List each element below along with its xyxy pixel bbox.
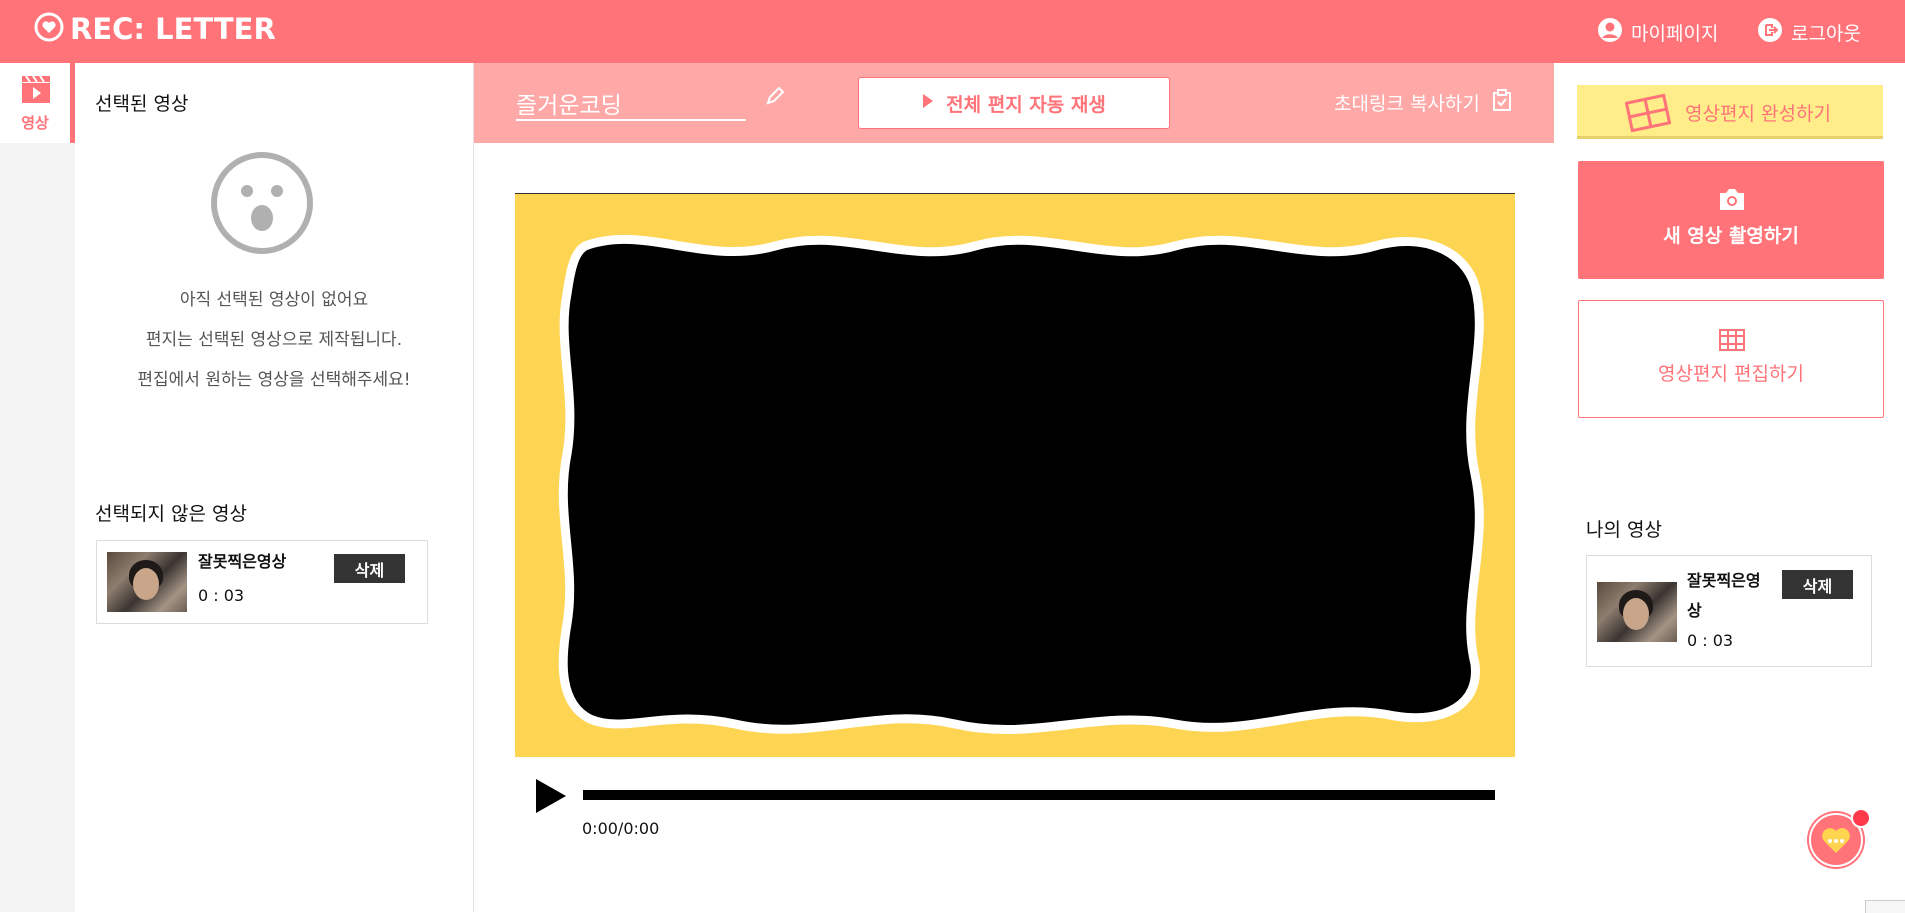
play-all-label: 전체 편지 자동 재생 [946, 93, 1106, 116]
complete-letter-button[interactable]: 영상편지 완성하기 [1577, 85, 1883, 139]
video-name: 잘못찍은영상 [198, 552, 287, 571]
corner-widget [1865, 900, 1905, 913]
mypage-link[interactable]: 마이페이지 [1597, 17, 1718, 48]
selected-videos-panel: 선택된 영상 아직 선택된 영상이 없어요 편지는 선택된 영상으로 제작됩니다… [75, 63, 474, 912]
my-videos-title: 나의 영상 [1586, 519, 1662, 541]
my-video-card[interactable]: 잘못찍은영상 0 : 03 삭제 [1586, 555, 1872, 667]
video-player[interactable] [515, 193, 1515, 757]
video-thumbnail [107, 552, 187, 612]
logout-icon [1757, 17, 1783, 48]
letter-title-input[interactable] [516, 86, 746, 121]
player-controls: 0:00/0:00 [515, 770, 1515, 850]
unselected-title: 선택되지 않은 영상 [95, 503, 247, 525]
copy-invite-link[interactable]: 초대링크 복사하기 [1334, 89, 1512, 116]
logo-text: REC: LETTER [70, 12, 276, 46]
my-video-thumbnail [1597, 582, 1677, 642]
camera-icon [1717, 186, 1747, 217]
progress-bar[interactable] [583, 790, 1495, 800]
video-card[interactable]: 잘못찍은영상 0 : 03 삭제 [96, 540, 428, 624]
my-video-delete-button[interactable]: 삭제 [1782, 570, 1853, 599]
play-all-button[interactable]: 전체 편지 자동 재생 [858, 77, 1170, 129]
user-icon [1597, 17, 1623, 48]
edit-letter-button[interactable]: 영상편지 편집하기 [1578, 300, 1884, 418]
letter-toolbar: 전체 편지 자동 재생 초대링크 복사하기 [474, 63, 1554, 143]
selected-title: 선택된 영상 [95, 93, 189, 115]
clipboard-icon [1492, 89, 1512, 116]
logo[interactable]: REC: LETTER [34, 12, 276, 46]
film-grid-icon [1718, 328, 1746, 357]
logout-link[interactable]: 로그아웃 [1757, 17, 1861, 48]
delete-button[interactable]: 삭제 [334, 554, 405, 583]
clapperboard-icon [20, 73, 52, 109]
chat-heart-icon[interactable] [1805, 807, 1871, 877]
empty-message-line-2: 편지는 선택된 영상으로 제작됩니다. [145, 330, 403, 350]
pencil-icon[interactable] [764, 85, 786, 111]
heart-circle-icon [34, 12, 64, 46]
record-new-video-label: 새 영상 촬영하기 [1663, 225, 1799, 247]
play-triangle-icon [922, 92, 934, 114]
rail-video-label: 영상 [21, 114, 49, 132]
empty-message-line-3: 편집에서 원하는 영상을 선택해주세요! [137, 370, 411, 390]
play-icon[interactable] [534, 777, 568, 819]
side-rail: 영상 [0, 63, 75, 912]
right-panel: 영상편지 완성하기 새 영상 촬영하기 영상편지 편집하기 나의 영상 잘못찍은… [1555, 63, 1905, 912]
edit-letter-label: 영상편지 편집하기 [1658, 363, 1804, 385]
logout-label: 로그아웃 [1791, 23, 1861, 45]
mypage-label: 마이페이지 [1631, 23, 1719, 45]
video-duration: 0 : 03 [198, 586, 245, 605]
my-video-duration: 0 : 03 [1687, 631, 1734, 650]
complete-letter-label: 영상편지 완성하기 [1685, 103, 1831, 125]
invite-label: 초대링크 복사하기 [1334, 93, 1480, 115]
record-new-video-button[interactable]: 새 영상 촬영하기 [1578, 161, 1884, 279]
wavy-frame [558, 234, 1484, 734]
empty-message-line-1: 아직 선택된 영상이 없어요 [179, 290, 369, 310]
my-video-name: 잘못찍은영상 [1687, 571, 1761, 620]
timecode: 0:00/0:00 [582, 819, 660, 838]
surprised-face-icon [210, 151, 314, 259]
rail-item-video[interactable]: 영상 [0, 63, 75, 143]
app-header: REC: LETTER 마이페이지 로그아웃 [0, 0, 1905, 63]
